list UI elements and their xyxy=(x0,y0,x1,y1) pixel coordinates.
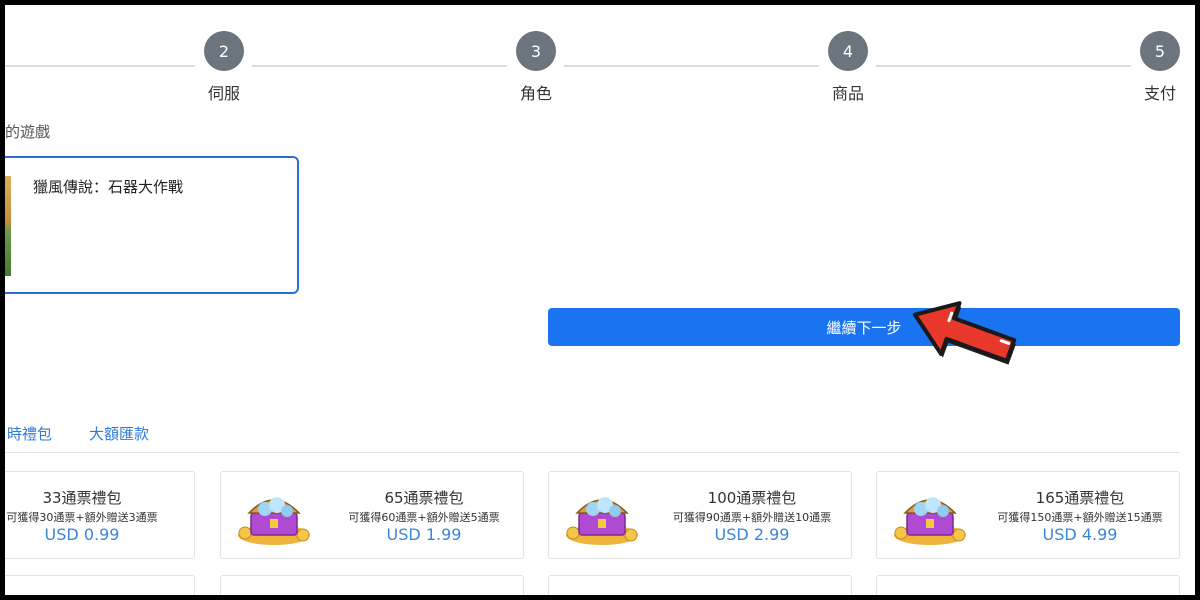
product-card[interactable] xyxy=(548,575,852,595)
product-name: 165通票禮包 xyxy=(1035,489,1125,507)
step-4-circle: 4 xyxy=(828,31,868,71)
product-price: USD 1.99 xyxy=(386,525,462,544)
product-price: USD 2.99 xyxy=(714,525,790,544)
product-description: 可獲得60通票+額外贈送5通票 xyxy=(348,511,500,524)
game-name: 獵風傳說：石器大作戰 xyxy=(33,178,184,196)
product-description: 可獲得30通票+額外贈送3通票 xyxy=(6,511,158,524)
game-section-label: 的遊戲 xyxy=(5,123,51,141)
tab-divider xyxy=(5,452,1180,453)
product-card[interactable] xyxy=(220,575,524,595)
step-3-label: 角色 xyxy=(520,84,553,103)
stepper-line xyxy=(876,65,1131,67)
product-name: 100通票禮包 xyxy=(707,489,797,507)
checkout-page: 2 3 4 5 伺服 角色 商品 支付 的遊戲 獵風傳說：石器大作戰 繼續下一步… xyxy=(5,5,1195,595)
treasure-chest-icon xyxy=(894,497,966,545)
next-step-button[interactable]: 繼續下一步 xyxy=(548,308,1180,346)
product-name: 33通票禮包 xyxy=(42,489,122,507)
product-card[interactable]: 65通票禮包 可獲得60通票+額外贈送5通票 USD 1.99 xyxy=(220,471,524,559)
product-card[interactable]: 100通票禮包 可獲得90通票+額外贈送10通票 USD 2.99 xyxy=(548,471,852,559)
stepper-line xyxy=(5,65,195,67)
product-description: 可獲得90通票+額外贈送10通票 xyxy=(672,511,832,524)
treasure-chest-icon xyxy=(566,497,638,545)
selected-game-card[interactable]: 獵風傳說：石器大作戰 xyxy=(5,156,299,294)
product-price: USD 0.99 xyxy=(44,525,120,544)
step-5-circle: 5 xyxy=(1140,31,1180,71)
stepper-line xyxy=(564,65,819,67)
stepper-line xyxy=(252,65,507,67)
step-5-label: 支付 xyxy=(1144,84,1177,103)
product-description: 可獲得150通票+額外贈送15通票 xyxy=(997,511,1163,524)
product-price: USD 4.99 xyxy=(1042,525,1118,544)
product-card[interactable]: 165通票禮包 可獲得150通票+額外贈送15通票 USD 4.99 xyxy=(876,471,1180,559)
step-2-circle: 2 xyxy=(204,31,244,71)
product-card[interactable] xyxy=(5,575,195,595)
product-name: 65通票禮包 xyxy=(384,489,464,507)
tab-bulk-transfer[interactable]: 大額匯款 xyxy=(89,423,149,444)
treasure-chest-icon xyxy=(238,497,310,545)
product-card[interactable] xyxy=(876,575,1180,595)
product-card[interactable]: 33通票禮包 可獲得30通票+額外贈送3通票 USD 0.99 xyxy=(5,471,195,559)
step-4-label: 商品 xyxy=(832,84,865,103)
step-3-circle: 3 xyxy=(516,31,556,71)
tab-limited-pack[interactable]: 時禮包 xyxy=(7,423,52,444)
game-thumbnail xyxy=(5,176,11,276)
step-2-label: 伺服 xyxy=(208,84,241,103)
red-pointer-arrow-icon xyxy=(912,301,1017,365)
